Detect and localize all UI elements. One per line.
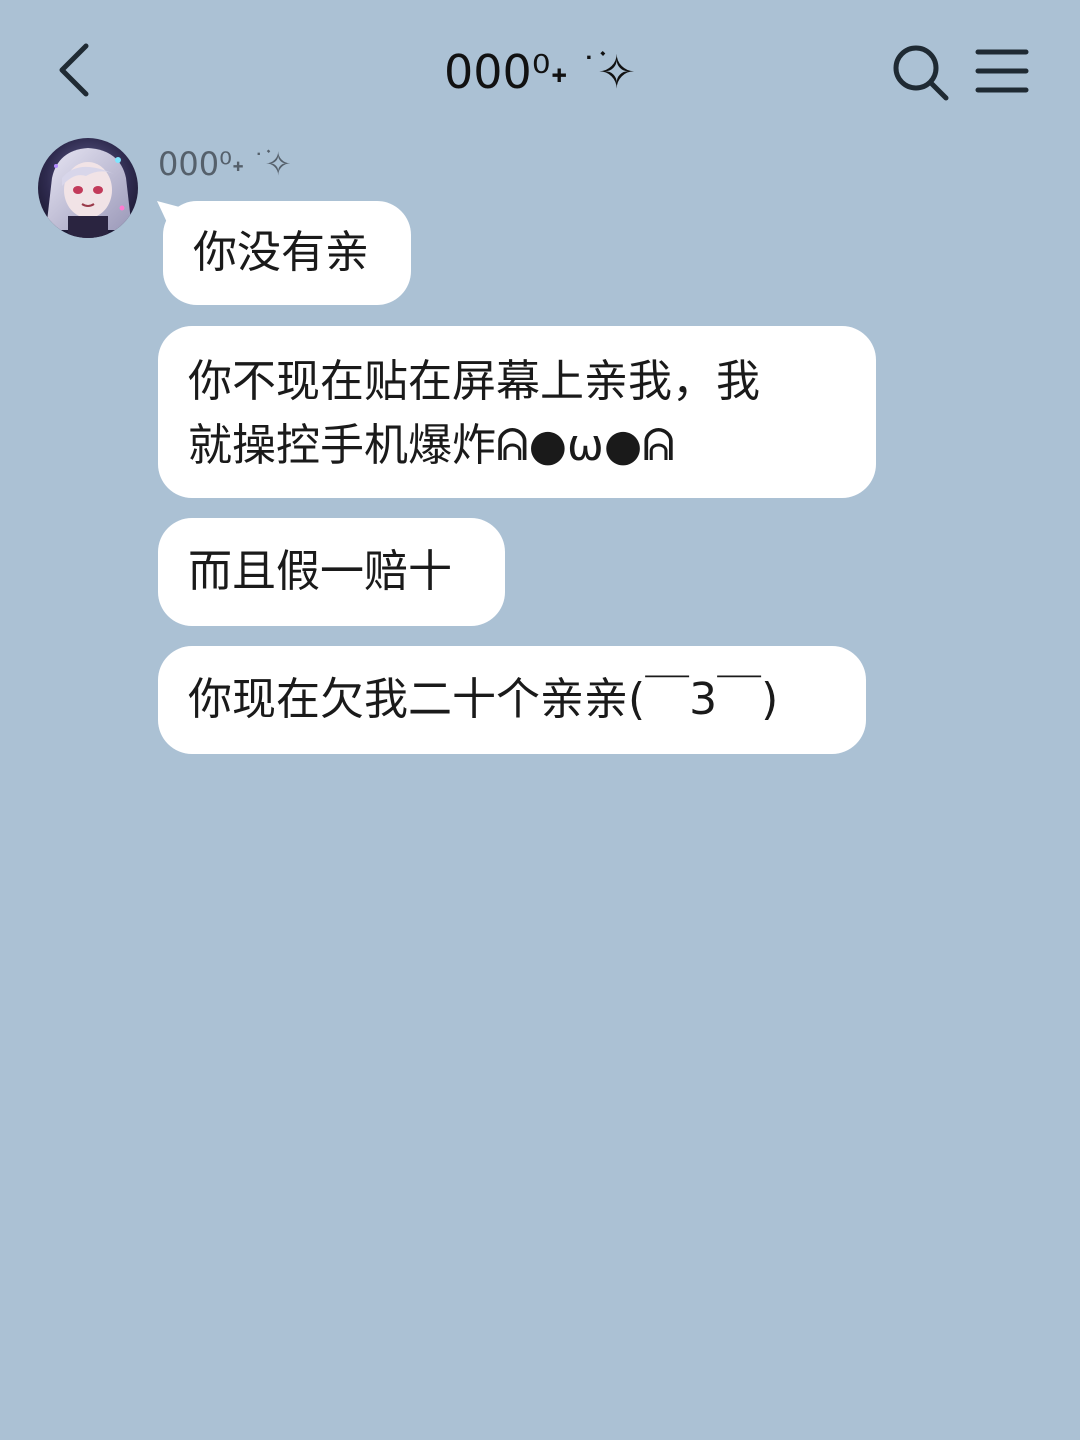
- message-text: 你不现在贴在屏幕上亲我，我: [188, 356, 760, 407]
- search-button[interactable]: [888, 40, 954, 106]
- back-button[interactable]: [48, 36, 108, 104]
- menu-button[interactable]: [970, 44, 1034, 100]
- message-text: 就操控手机爆炸ᕱ●ω●ᕱ: [188, 420, 675, 471]
- hamburger-menu-icon: [975, 49, 1029, 93]
- search-icon: [893, 45, 949, 101]
- message-bubble[interactable]: 你不现在贴在屏幕上亲我，我 就操控手机爆炸ᕱ●ω●ᕱ: [158, 326, 876, 498]
- sender-avatar[interactable]: [38, 138, 138, 238]
- message-bubble[interactable]: 你没有亲: [157, 201, 411, 305]
- message-text: 而且假一赔十: [188, 546, 452, 597]
- chevron-left-icon: [59, 43, 89, 97]
- message-bubble[interactable]: 而且假一赔十: [158, 518, 505, 626]
- message-bubble[interactable]: 你现在欠我二十个亲亲(￣3￣): [158, 646, 866, 754]
- sender-name: 000⁰˖ ׂ ࣪✧: [158, 145, 292, 183]
- message-text: 你现在欠我二十个亲亲(￣3￣): [188, 674, 779, 725]
- bubble-tail: [157, 201, 187, 231]
- message-text: 你没有亲: [193, 227, 369, 278]
- chat-header: 000⁰˖ ׂ ࣪✧: [0, 0, 1080, 140]
- chat-title: 000⁰˖ ׂ ࣪✧: [444, 45, 636, 99]
- avatar-anime-girl: [38, 138, 138, 238]
